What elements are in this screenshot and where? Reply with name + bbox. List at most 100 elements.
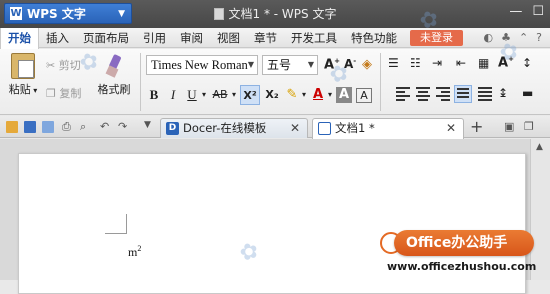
grow-font-button[interactable]: A+ [324,57,340,72]
align-right-icon[interactable] [436,87,450,101]
clear-format-icon[interactable]: ◈ [362,57,372,72]
shirt-icon[interactable]: ♣ [501,31,511,44]
skin-icon[interactable]: ◐ [483,31,493,44]
save-icon[interactable] [24,121,36,133]
scissors-icon: ✂ [46,59,56,72]
format-painter-label: 格式刷 [97,83,131,96]
highlight-icon[interactable]: ✎ [284,85,300,105]
text-direction-icon[interactable]: A+ [498,55,514,70]
document-text[interactable]: m2 [128,244,141,260]
underline-button[interactable]: U [184,85,200,105]
bullets-icon[interactable]: ☰ [388,56,399,70]
chevron-down-icon[interactable]: ▾ [300,85,308,105]
line-spacing-icon[interactable]: ↨ [498,86,508,100]
close-icon[interactable]: ✕ [290,119,300,137]
subscript-button[interactable]: X₂ [262,85,282,105]
bold-button[interactable]: B [146,85,162,105]
document-icon [213,8,224,20]
chevron-down-icon: ▼ [247,60,254,69]
superscript-button[interactable]: X² [240,85,260,105]
close-icon[interactable]: ✕ [446,119,456,137]
table-icon[interactable]: ▦ [478,56,489,70]
char-border-icon[interactable]: A [356,88,372,103]
chevron-up-icon[interactable]: ⌃ [519,31,528,44]
menu-item-features[interactable]: 特色功能 [344,28,404,48]
open-folder-icon[interactable] [6,121,18,133]
paste-button[interactable]: 粘贴 ▾ [6,53,40,97]
outdent-icon[interactable]: ⇤ [456,56,466,70]
menu-bar: 开始 插入 页面布局 引用 审阅 视图 章节 开发工具 特色功能 未登录 ◐ ♣… [0,27,550,49]
redo-icon[interactable]: ↷ [118,120,127,133]
numbering-icon[interactable]: ☷ [410,56,421,70]
window-controls: — ☐ [509,4,544,19]
chevron-down-icon[interactable]: ▾ [230,85,238,105]
tab-docer-label: Docer-在线模板 [183,121,267,135]
align-left-icon[interactable] [396,87,410,101]
shading-icon[interactable]: ▬ [522,86,533,100]
format-painter-button[interactable]: 格式刷 [94,53,134,97]
menu-item-insert[interactable]: 插入 [39,28,76,48]
tab-document1-label: 文档1 * [335,121,375,135]
shrink-font-button[interactable]: A- [344,57,356,71]
chevron-down-icon[interactable]: ▾ [326,85,334,105]
cut-button[interactable]: ✂ 剪切 [46,57,81,73]
tab-docer-templates[interactable]: D Docer-在线模板 ✕ [160,118,308,138]
clipboard-icon [11,53,35,79]
justify-icon[interactable] [454,85,472,103]
chevron-down-icon[interactable]: ▼ [144,120,151,130]
vertical-scrollbar[interactable]: ▲ [530,139,550,280]
window-list-icon[interactable]: ▣ [504,120,514,133]
undo-icon[interactable]: ↶ [100,120,109,133]
save-as-icon[interactable] [42,121,54,133]
menu-item-review[interactable]: 审阅 [173,28,210,48]
print-preview-icon[interactable]: ⌕ [80,120,86,134]
title-bar: W WPS 文字 ▼ 文档1 * - WPS 文字 — ☐ [0,0,550,28]
text-superscript: 2 [137,244,142,253]
wps-logo-icon: W [10,7,22,20]
menu-item-references[interactable]: 引用 [136,28,173,48]
app-name: WPS 文字 [27,7,86,21]
new-tab-icon[interactable]: + [470,117,483,136]
menu-item-home[interactable]: 开始 [0,27,39,49]
italic-button[interactable]: I [166,85,180,105]
distribute-icon[interactable] [478,87,492,101]
indent-icon[interactable]: ⇥ [432,56,442,70]
tab-document1[interactable]: 文档1 * ✕ [312,118,464,139]
align-center-icon[interactable] [416,87,430,101]
font-color-icon[interactable]: A [310,85,326,105]
font-name-value: Times New Roman [151,58,248,72]
window-title-text: 文档1 * - WPS 文字 [228,7,337,21]
print-icon[interactable]: ⎙ [62,120,71,134]
copy-button[interactable]: ❐ 复制 [46,85,81,101]
text-base: m [128,245,138,259]
minimize-icon[interactable]: — [509,4,522,19]
sort-icon[interactable]: ↕ [522,56,532,70]
copy-icon: ❐ [46,87,56,100]
tab-bar: ⎙ ⌕ ↶ ↷ ▼ D Docer-在线模板 ✕ 文档1 * ✕ + ▣ ❐ [0,116,550,139]
char-shading-icon[interactable]: A [336,87,352,103]
menu-item-section[interactable]: 章节 [247,28,284,48]
login-button[interactable]: 未登录 [410,29,463,46]
strikethrough-button[interactable]: AB [210,85,230,105]
brush-icon [103,53,125,79]
menu-item-page-layout[interactable]: 页面布局 [76,28,136,48]
maximize-icon[interactable]: ☐ [532,4,544,19]
chevron-down-icon: ▾ [30,86,38,95]
app-menu-button[interactable]: W WPS 文字 ▼ [4,3,132,24]
menu-icons: ◐ ♣ ⌃ ? [483,31,542,44]
restore-icon[interactable]: ❐ [524,120,534,133]
help-icon[interactable]: ? [536,31,542,44]
font-name-select[interactable]: Times New Roman ▼ [146,55,258,75]
document-icon [318,122,331,135]
ribbon: 粘贴 ▾ ✂ 剪切 ❐ 复制 格式刷 Times New Roman ▼ 五号 … [0,49,550,115]
menu-item-view[interactable]: 视图 [210,28,247,48]
divider [140,53,141,111]
scroll-up-icon[interactable]: ▲ [536,142,543,152]
font-size-select[interactable]: 五号 ▼ [262,55,318,75]
menu-item-developer[interactable]: 开发工具 [284,28,344,48]
watermark-badge: Office办公助手 [394,230,534,256]
chevron-down-icon[interactable]: ▾ [200,85,208,105]
document-area [0,139,550,294]
chevron-down-icon: ▼ [118,8,125,19]
font-size-value: 五号 [267,58,292,72]
